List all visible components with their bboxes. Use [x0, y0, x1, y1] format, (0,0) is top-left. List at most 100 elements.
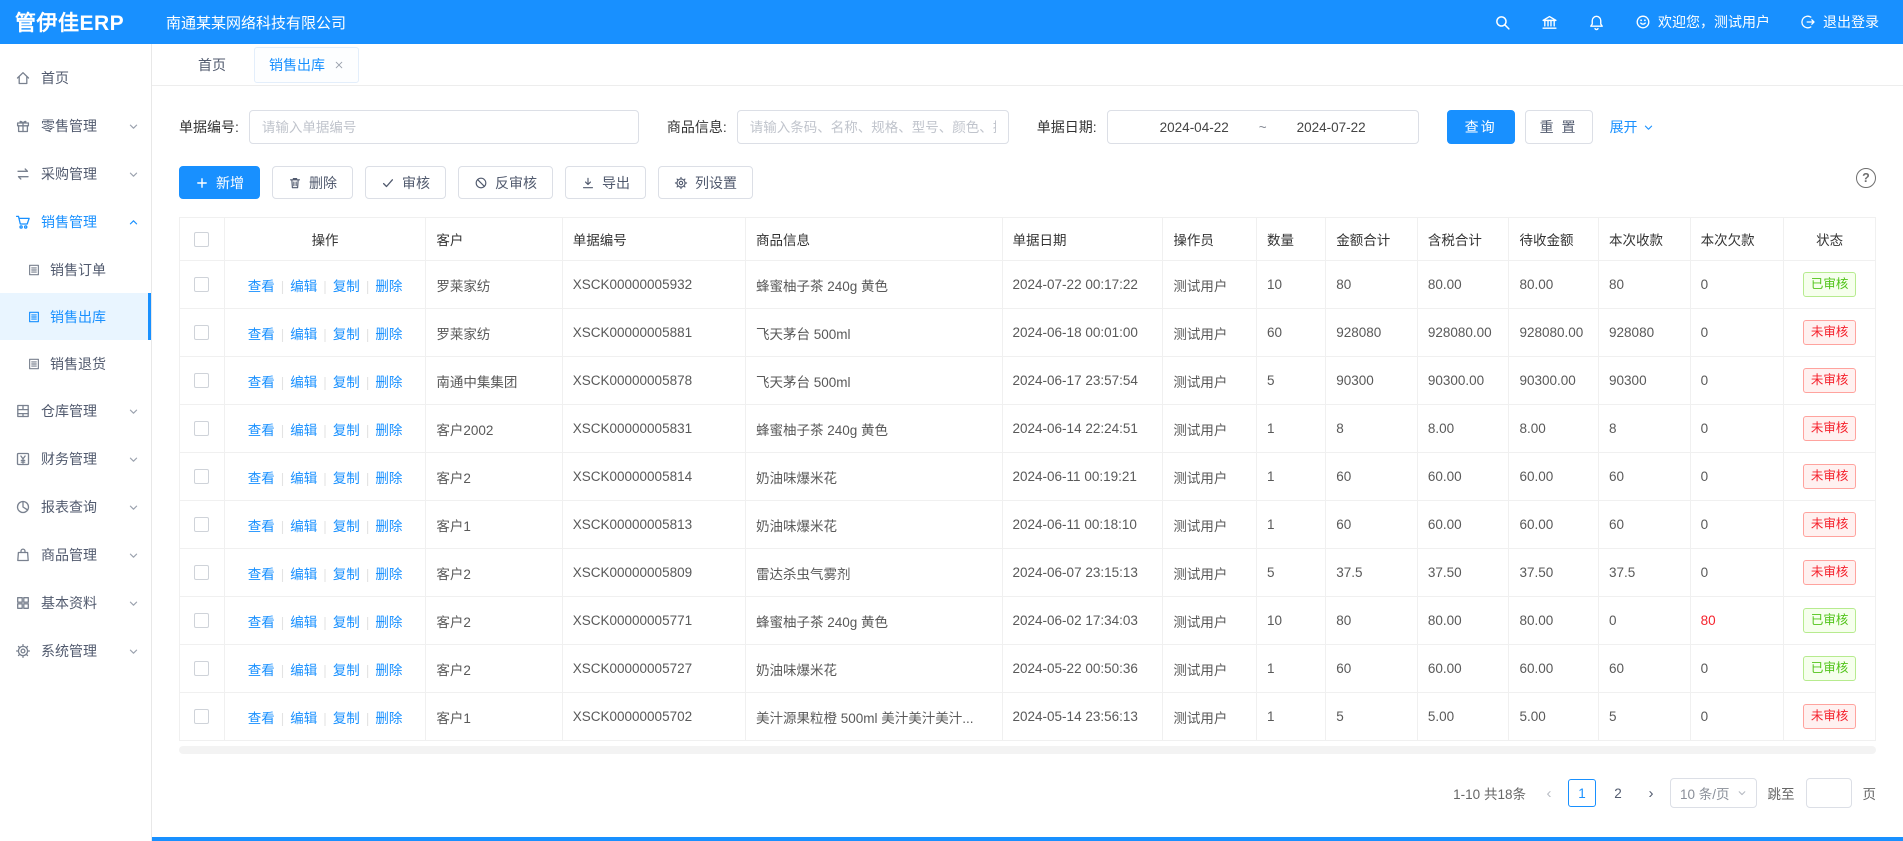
row-checkbox[interactable]	[194, 469, 209, 484]
page-button-1[interactable]: 1	[1568, 779, 1596, 807]
tab-0[interactable]: 首页	[184, 48, 240, 82]
sidebar-item-8[interactable]: 基本资料	[0, 579, 151, 627]
action-view-link[interactable]: 查看	[248, 663, 275, 678]
logout-button[interactable]: 退出登录	[1800, 12, 1879, 32]
toolbar-button-3[interactable]: 反审核	[458, 166, 553, 199]
date-end-value[interactable]: 2024-07-22	[1297, 120, 1366, 135]
action-copy-link[interactable]: 复制	[333, 615, 360, 630]
action-view-link[interactable]: 查看	[248, 471, 275, 486]
help-icon[interactable]: ?	[1856, 168, 1876, 188]
search-button[interactable]: 查询	[1447, 110, 1515, 144]
toolbar-button-1[interactable]: 删除	[272, 166, 353, 199]
action-divider: |	[281, 663, 285, 678]
date-start-value[interactable]: 2024-04-22	[1160, 120, 1229, 135]
close-icon[interactable]	[334, 60, 344, 70]
page-button-2[interactable]: 2	[1604, 779, 1632, 807]
action-edit-link[interactable]: 编辑	[290, 423, 317, 438]
action-delete-link[interactable]: 删除	[375, 711, 402, 726]
toolbar-button-0[interactable]: 新增	[179, 166, 260, 199]
action-delete-link[interactable]: 删除	[375, 519, 402, 534]
order-no-input[interactable]	[249, 110, 639, 144]
toolbar-button-4[interactable]: 导出	[565, 166, 646, 199]
action-view-link[interactable]: 查看	[248, 711, 275, 726]
row-checkbox[interactable]	[194, 277, 209, 292]
sidebar-item-7[interactable]: 商品管理	[0, 531, 151, 579]
sidebar-subitem-3-1[interactable]: 销售出库	[0, 293, 151, 340]
row-checkbox[interactable]	[194, 421, 209, 436]
tab-1[interactable]: 销售出库	[254, 47, 359, 83]
select-all-checkbox[interactable]	[194, 232, 209, 247]
sidebar-item-1[interactable]: 零售管理	[0, 102, 151, 150]
action-copy-link[interactable]: 复制	[333, 279, 360, 294]
sidebar-item-9[interactable]: 系统管理	[0, 627, 151, 675]
action-copy-link[interactable]: 复制	[333, 471, 360, 486]
row-checkbox[interactable]	[194, 325, 209, 340]
date-range-picker[interactable]: 2024-04-22 ~ 2024-07-22	[1107, 110, 1419, 144]
action-edit-link[interactable]: 编辑	[290, 711, 317, 726]
page-size-select[interactable]: 10 条/页	[1670, 778, 1757, 808]
row-checkbox[interactable]	[194, 613, 209, 628]
sidebar-subitem-3-2[interactable]: 销售退货	[0, 340, 151, 387]
action-view-link[interactable]: 查看	[248, 519, 275, 534]
action-edit-link[interactable]: 编辑	[290, 663, 317, 678]
action-edit-link[interactable]: 编辑	[290, 279, 317, 294]
action-edit-link[interactable]: 编辑	[290, 615, 317, 630]
sidebar-subitem-3-0[interactable]: 销售订单	[0, 246, 151, 293]
action-view-link[interactable]: 查看	[248, 423, 275, 438]
horizontal-scrollbar[interactable]	[179, 746, 1876, 754]
sidebar-item-4[interactable]: 仓库管理	[0, 387, 151, 435]
product-info-input[interactable]	[737, 110, 1009, 144]
row-checkbox[interactable]	[194, 517, 209, 532]
action-copy-link[interactable]: 复制	[333, 327, 360, 342]
action-delete-link[interactable]: 删除	[375, 567, 402, 582]
cell-qty: 10	[1257, 597, 1326, 645]
row-checkbox[interactable]	[194, 565, 209, 580]
jump-page-input[interactable]	[1806, 778, 1852, 808]
bank-icon[interactable]	[1541, 14, 1558, 31]
search-icon[interactable]	[1494, 14, 1511, 31]
action-delete-link[interactable]: 删除	[375, 663, 402, 678]
toolbar-button-2[interactable]: 审核	[365, 166, 446, 199]
action-copy-link[interactable]: 复制	[333, 567, 360, 582]
action-delete-link[interactable]: 删除	[375, 279, 402, 294]
reset-button[interactable]: 重 置	[1525, 110, 1593, 144]
product-icon	[15, 547, 31, 563]
row-checkbox[interactable]	[194, 373, 209, 388]
action-copy-link[interactable]: 复制	[333, 711, 360, 726]
sidebar-item-3[interactable]: 销售管理	[0, 198, 151, 246]
action-delete-link[interactable]: 删除	[375, 615, 402, 630]
toolbar-button-5[interactable]: 列设置	[658, 166, 753, 199]
next-page-arrow[interactable]: ›	[1643, 785, 1659, 802]
action-view-link[interactable]: 查看	[248, 375, 275, 390]
expand-link[interactable]: 展开	[1610, 117, 1654, 137]
action-edit-link[interactable]: 编辑	[290, 471, 317, 486]
action-view-link[interactable]: 查看	[248, 615, 275, 630]
row-checkbox[interactable]	[194, 709, 209, 724]
action-edit-link[interactable]: 编辑	[290, 519, 317, 534]
sidebar-item-2[interactable]: 采购管理	[0, 150, 151, 198]
cell-status: 未审核	[1784, 309, 1876, 357]
action-view-link[interactable]: 查看	[248, 279, 275, 294]
sidebar-item-0[interactable]: 首页	[0, 54, 151, 102]
user-menu[interactable]: 欢迎您，测试用户	[1635, 12, 1770, 32]
action-copy-link[interactable]: 复制	[333, 519, 360, 534]
prev-page-arrow[interactable]: ‹	[1541, 785, 1557, 802]
action-delete-link[interactable]: 删除	[375, 327, 402, 342]
cell-amount: 90300	[1326, 357, 1418, 405]
sidebar-item-6[interactable]: 报表查询	[0, 483, 151, 531]
action-delete-link[interactable]: 删除	[375, 423, 402, 438]
bell-icon[interactable]	[1588, 14, 1605, 31]
action-view-link[interactable]: 查看	[248, 327, 275, 342]
action-edit-link[interactable]: 编辑	[290, 567, 317, 582]
action-delete-link[interactable]: 删除	[375, 471, 402, 486]
action-copy-link[interactable]: 复制	[333, 375, 360, 390]
cell-operator: 测试用户	[1163, 549, 1257, 597]
action-copy-link[interactable]: 复制	[333, 423, 360, 438]
action-copy-link[interactable]: 复制	[333, 663, 360, 678]
sidebar-item-5[interactable]: 财务管理	[0, 435, 151, 483]
action-view-link[interactable]: 查看	[248, 567, 275, 582]
action-edit-link[interactable]: 编辑	[290, 327, 317, 342]
row-checkbox[interactable]	[194, 661, 209, 676]
action-delete-link[interactable]: 删除	[375, 375, 402, 390]
action-edit-link[interactable]: 编辑	[290, 375, 317, 390]
